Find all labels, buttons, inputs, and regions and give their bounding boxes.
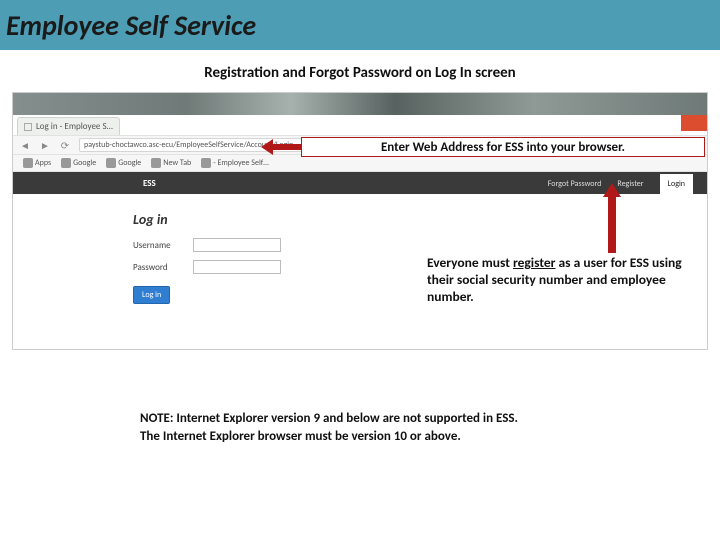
login-heading: Log in (133, 211, 281, 228)
callout-register-text: Everyone must (427, 254, 513, 271)
screenshot-figure: Log in - Employee S… ◄ ► ⟳ paystub-choct… (12, 92, 708, 350)
back-icon: ◄ (17, 137, 33, 153)
note-line-1: NOTE: Internet Explorer version 9 and be… (140, 410, 660, 428)
bookmark-icon (201, 158, 211, 168)
bookmark-icon (106, 158, 116, 168)
browser-tab-label: Log in - Employee S… (36, 121, 113, 132)
callout-address: Enter Web Address for ESS into your brow… (301, 137, 705, 157)
arrow-left-icon (261, 139, 303, 155)
callout-register: Everyone must register as a user for ESS… (427, 255, 693, 306)
bookmarks-bar: Apps Google Google New Tab - Employee Se… (13, 155, 707, 172)
nav-register[interactable]: Register (617, 179, 643, 189)
bookmark-icon (151, 158, 161, 168)
reload-icon: ⟳ (57, 137, 73, 153)
username-label: Username (133, 240, 193, 251)
bookmark-label: Google (118, 158, 141, 168)
window-close-region (681, 115, 707, 131)
subtitle: Registration and Forgot Password on Log … (0, 64, 720, 82)
page-title: Employee Self Service (6, 8, 256, 43)
nav-forgot-password[interactable]: Forgot Password (548, 179, 602, 189)
page-icon (24, 123, 32, 131)
app-brand: ESS (143, 178, 156, 189)
forward-icon: ► (37, 137, 53, 153)
login-form: Log in Username Password Log in (133, 211, 281, 304)
arrow-up-icon (603, 183, 621, 253)
apps-icon (23, 158, 33, 168)
bookmark-label: Apps (35, 158, 51, 168)
browser-tab: Log in - Employee S… (17, 117, 120, 135)
nav-login[interactable]: Login (660, 174, 693, 194)
bookmark-label: Google (73, 158, 96, 168)
note-line-2: The Internet Explorer browser must be ve… (140, 428, 660, 446)
note-block: NOTE: Internet Explorer version 9 and be… (140, 410, 660, 445)
username-field[interactable] (193, 238, 281, 252)
decorative-photo-strip (13, 93, 707, 115)
password-label: Password (133, 262, 193, 273)
title-banner: Employee Self Service (0, 0, 720, 50)
bookmark-label: New Tab (163, 158, 191, 168)
bookmark-icon (61, 158, 71, 168)
password-field[interactable] (193, 260, 281, 274)
callout-register-underline: register (513, 254, 556, 271)
login-button[interactable]: Log in (133, 286, 170, 304)
bookmark-label: - Employee Self… (213, 158, 269, 168)
